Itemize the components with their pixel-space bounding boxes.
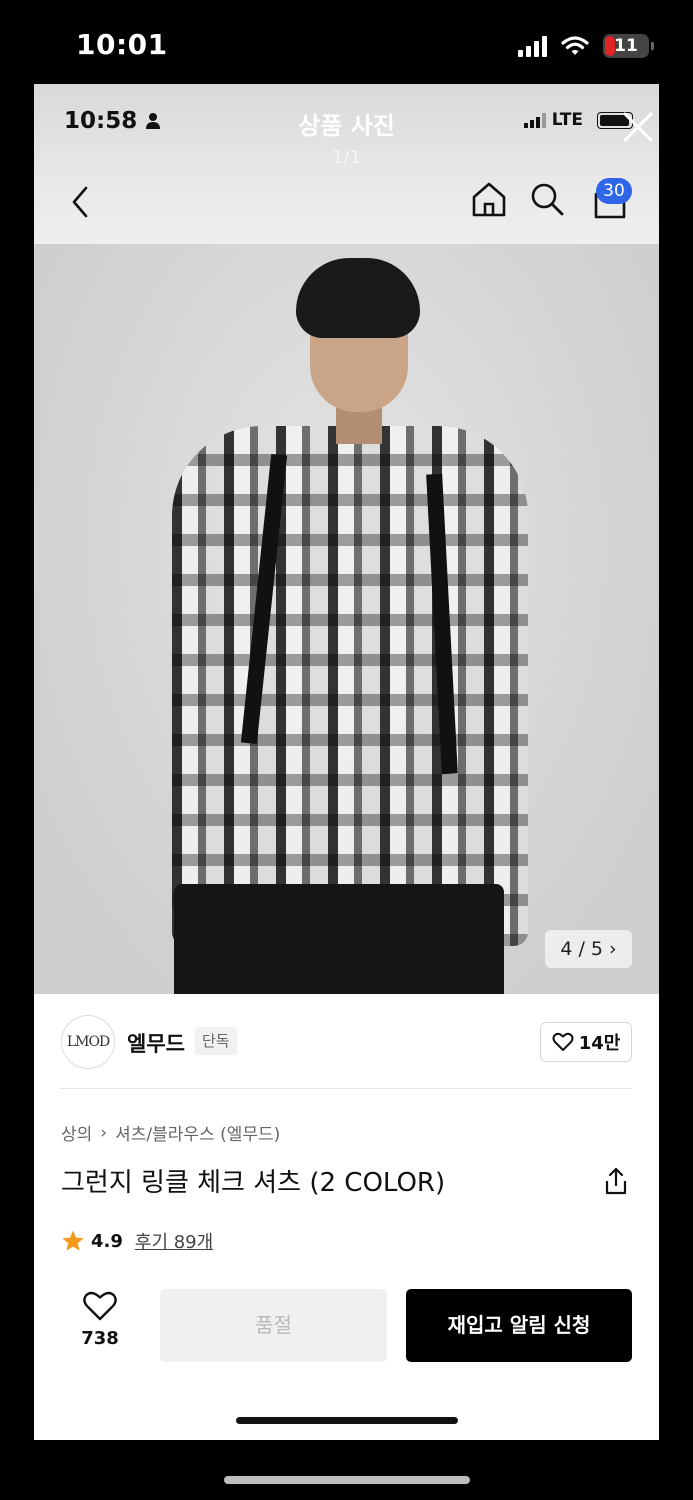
viewer-page-indicator: 1/1 [332,147,361,168]
signal-icon [518,35,547,57]
wishlist-count: 738 [81,1328,119,1349]
rating-score: 4.9 [91,1230,123,1252]
brand-like-count: 14만 [578,1033,621,1054]
breadcrumb: 상의 › 셔츠/블라우스 (엘무드) [61,1120,280,1146]
cart-count-badge: 30 [596,178,632,204]
exclusive-badge: 단독 [195,1027,237,1055]
breadcrumb-item[interactable]: 상의 [61,1120,92,1145]
breadcrumb-item[interactable]: 셔츠/블라우스 (엘무드) [115,1120,280,1145]
chevron-right-icon: › [100,1122,108,1143]
app-screen: 10:58 상품 사진 1/1 LTE 30 4 / 5 › LMOD 엘무드 … [34,84,659,1440]
heart-icon [83,1291,117,1321]
network-label: LTE [551,110,583,130]
restock-alert-button[interactable]: 재입고 알림 신청 [406,1289,632,1362]
inner-status-icons: LTE [523,110,633,130]
brand-logo[interactable]: LMOD [61,1015,115,1069]
brand-row: LMOD 엘무드 단독 14만 [34,994,659,1088]
share-icon[interactable] [602,1166,630,1196]
search-icon[interactable] [529,181,565,217]
home-indicator[interactable] [224,1476,470,1484]
battery-icon: 11 [603,34,654,58]
wishlist-button[interactable]: 738 [72,1290,128,1349]
outer-status-time: 10:01 [76,28,168,61]
heart-icon [552,1032,574,1051]
wifi-icon [561,36,589,55]
close-icon[interactable] [621,110,655,144]
soldout-button: 품절 [160,1289,387,1362]
photo-pants [174,884,504,994]
inner-home-indicator [236,1417,458,1424]
outer-status-icons: 11 [518,32,654,60]
battery-level: 11 [614,36,638,56]
image-counter-text: 4 / 5 [560,938,603,960]
rating-row: 4.9 후기 89개 [61,1228,213,1254]
review-count-link[interactable]: 후기 89개 [135,1228,213,1254]
image-counter[interactable]: 4 / 5 › [545,930,632,968]
home-icon[interactable] [470,180,508,218]
inner-signal-icon [523,112,546,128]
photo-hair [296,258,420,338]
back-icon[interactable] [68,184,92,220]
brand-logo-text: LMOD [66,1034,110,1050]
product-image[interactable]: 4 / 5 › [34,244,659,994]
brand-name[interactable]: 엘무드 [127,1028,185,1058]
divider [60,1088,632,1089]
product-title: 그런지 링클 체크 셔츠 (2 COLOR) [61,1168,446,1198]
chevron-right-icon: › [609,938,617,960]
star-icon [62,1230,84,1251]
brand-like-button[interactable]: 14만 [540,1022,632,1062]
photo-shirt [172,426,528,946]
